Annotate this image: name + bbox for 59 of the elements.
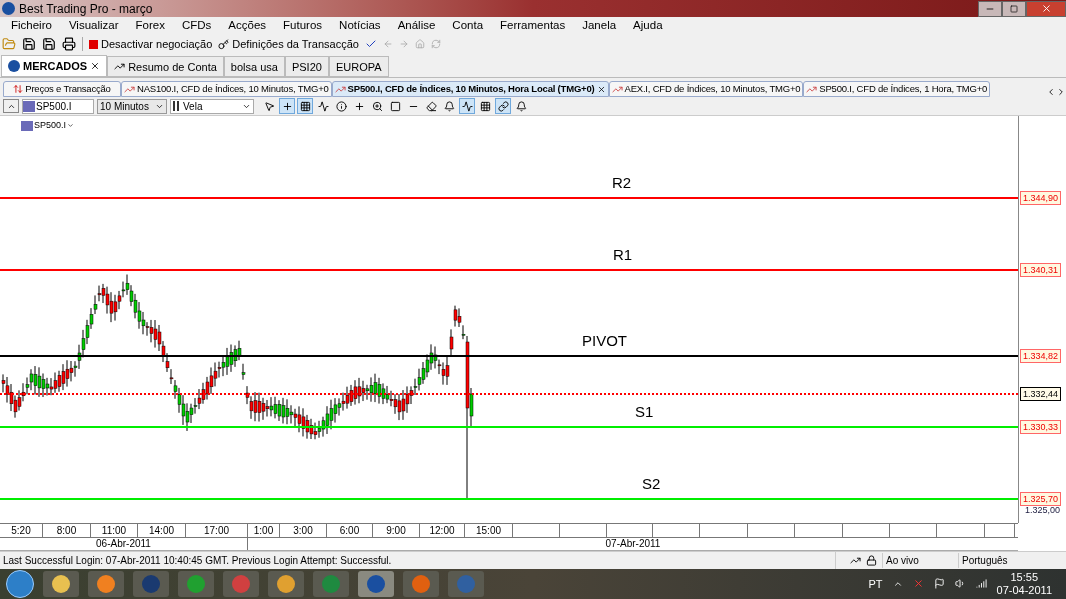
- level-label: PIVOT: [582, 330, 627, 351]
- menu-item[interactable]: Análise: [397, 17, 436, 35]
- menu-item[interactable]: Forex: [135, 17, 165, 35]
- menu-item[interactable]: Futuros: [283, 17, 323, 35]
- time-label: 11:00: [101, 523, 127, 538]
- symbol-field[interactable]: SP500.I: [22, 98, 94, 114]
- price-label: 1.330,33: [1020, 419, 1062, 434]
- chart-tab[interactable]: NAS100.I, CFD de Índices, 10 Minutos, TMG+0: [121, 81, 332, 98]
- chart-tab[interactable]: SP500.I, CFD de Índices, 10 Minutos, Hora Local (TMG+0): [331, 81, 609, 98]
- level-label: R1: [613, 244, 633, 265]
- market-tab[interactable]: Resumo de Conta: [107, 56, 224, 78]
- chart-tab[interactable]: Preços e Transacção: [3, 81, 121, 98]
- level-label: S2: [642, 473, 661, 494]
- time-label: 8:00: [56, 523, 77, 538]
- time-label: 5:20: [11, 523, 31, 538]
- price-label: 1.334,82: [1020, 348, 1062, 363]
- menu-item[interactable]: Ferramentas: [500, 17, 566, 35]
- settings-button[interactable]: Definições da Transacção: [218, 36, 359, 53]
- menu-item[interactable]: Acções: [228, 17, 267, 35]
- symbol-label[interactable]: SP500.I: [21, 118, 75, 133]
- status-message: Last Successful Login: 07-Abr-2011 10:40:45 GMT. Previous Login Attempt: Successful.: [3, 553, 392, 568]
- timeframe-select[interactable]: 10 Minutos: [97, 98, 167, 114]
- menu-item[interactable]: Janela: [582, 17, 617, 35]
- time-label: 9:00: [386, 523, 406, 538]
- menu-item[interactable]: Visualizar: [68, 17, 119, 35]
- menu-item[interactable]: CFDs: [181, 17, 212, 35]
- menu-item[interactable]: Notícias: [339, 17, 381, 35]
- axis-tick-label: 1.325,00: [1025, 503, 1061, 517]
- time-label: 14:00: [149, 523, 174, 538]
- time-label: 3:00: [293, 523, 313, 538]
- level-label: S1: [635, 401, 654, 422]
- menu-item[interactable]: Ajuda: [633, 17, 663, 35]
- connection-status: Ao vivo: [882, 552, 958, 568]
- menu-item[interactable]: Ficheiro: [11, 17, 52, 35]
- language-indicator[interactable]: PT: [868, 575, 883, 593]
- market-tab[interactable]: EUROPA: [328, 56, 389, 78]
- level-label: R2: [612, 172, 632, 193]
- price-label: 1.340,31: [1020, 262, 1062, 277]
- date-label: 07-Abr-2011: [605, 537, 661, 552]
- time-label: 6:00: [339, 523, 360, 538]
- time-label: 12:00: [429, 523, 455, 538]
- window-title: Best Trading Pro - março: [19, 0, 153, 18]
- language-status: Português: [958, 552, 1066, 568]
- chart-tab[interactable]: SP500.I, CFD de Índices, 1 Hora, TMG+0: [803, 81, 991, 98]
- market-tab[interactable]: MERCADOS: [1, 55, 108, 78]
- price-label: 1.344,90: [1020, 190, 1062, 205]
- time-label: 17:00: [204, 523, 229, 538]
- menu-item[interactable]: Conta: [452, 17, 484, 35]
- chart-type-select[interactable]: Vela: [170, 98, 254, 114]
- stop-trading-button[interactable]: Desactivar negociação: [89, 36, 213, 53]
- clock[interactable]: 15:55 07-04-2011: [996, 570, 1052, 597]
- date-label: 06-Abr-2011: [96, 537, 151, 552]
- time-label: 1:00: [253, 523, 274, 538]
- price-label: 1.332,44: [1020, 386, 1062, 401]
- market-tab[interactable]: bolsa usa: [223, 56, 285, 78]
- chart-tab[interactable]: AEX.I, CFD de Índices, 10 Minutos, TMG+0: [608, 81, 804, 98]
- market-tab[interactable]: PSI20: [284, 56, 329, 78]
- price-label: 1.325,70: [1020, 491, 1062, 506]
- time-label: 15:00: [476, 523, 501, 538]
